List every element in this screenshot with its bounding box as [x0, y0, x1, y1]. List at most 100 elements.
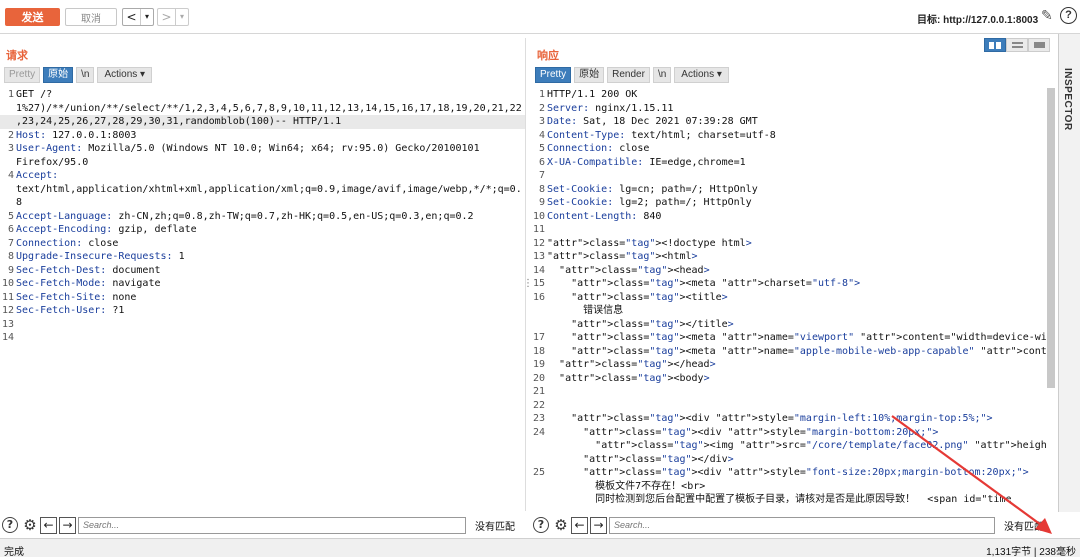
line-number: 17	[532, 332, 545, 343]
code-text: Content-Type: text/html; charset=utf-8	[547, 129, 776, 141]
chevron-down-icon[interactable]: ▾	[175, 9, 188, 25]
code-text: text/html,application/xhtml+xml,applicat…	[16, 183, 522, 195]
help-icon[interactable]: ?	[533, 517, 549, 533]
code-line: 同时检测到您后台配置中配置了模板子目录，请核对是否是此原因导致！ <span i…	[531, 493, 1046, 507]
actions-dropdown[interactable]: Actions ▾	[674, 67, 729, 83]
help-icon[interactable]: ?	[1060, 7, 1077, 24]
code-line: 6 Accept-Encoding: gzip, deflate	[0, 223, 525, 237]
line-number	[531, 480, 547, 494]
chevron-down-icon[interactable]: ▾	[140, 9, 153, 25]
cancel-button[interactable]: 取消	[65, 8, 117, 26]
line-number: 19	[532, 359, 545, 370]
code-text: 8	[16, 197, 23, 208]
tab-newline[interactable]: \n	[76, 67, 95, 83]
response-pane: 响应 Pretty 原始 Render \n Actions ▾ 1 HTTP/1…	[531, 38, 1056, 511]
line-number: 11	[532, 224, 545, 235]
history-forward-button[interactable]: > ▾	[157, 8, 189, 26]
line-number	[531, 439, 547, 453]
line-number: 13	[532, 251, 545, 262]
line-number: 2	[538, 102, 545, 114]
code-text: Sec-Fetch-Site: none	[16, 291, 137, 303]
line-number: 1	[538, 89, 545, 100]
code-line: 3 User-Agent: Mozilla/5.0 (Windows NT 10.…	[0, 142, 525, 156]
request-tabs: Pretty 原始 \n Actions ▾	[4, 67, 153, 83]
response-scrollbar[interactable]	[1047, 88, 1055, 388]
code-text: Connection: close	[547, 143, 650, 154]
tab-raw[interactable]: 原始	[43, 67, 74, 83]
line-number: 14	[1, 332, 14, 343]
line-number	[531, 304, 547, 318]
history-back-button[interactable]: < ▾	[122, 8, 154, 26]
back-arrow-icon[interactable]: <	[123, 10, 140, 24]
code-text: "attr">class="tag"><!doctype html>	[547, 237, 752, 249]
code-text: 错误信息	[547, 305, 624, 316]
search-input[interactable]	[609, 516, 995, 534]
line-number: 10	[1, 278, 14, 289]
code-line: 4 Content-Type: text/html; charset=utf-8	[531, 129, 1046, 143]
code-text: 同时检测到您后台配置中配置了模板子目录，请核对是否是此原因导致！ <span i…	[547, 494, 1012, 505]
send-button[interactable]: 发送	[5, 8, 60, 26]
code-text: Upgrade-Insecure-Requests: 1	[16, 251, 185, 262]
line-number: 22	[532, 399, 545, 411]
previous-match-icon[interactable]: ←	[40, 516, 57, 534]
code-line: 1%27)/**/union/**/select/**/1,2,3,4,5,6,…	[0, 102, 525, 116]
line-number	[0, 102, 16, 116]
code-line: 4 Accept:	[0, 169, 525, 183]
search-input[interactable]	[78, 516, 466, 534]
gear-icon[interactable]: ⚙	[553, 517, 569, 533]
line-number: 7	[7, 237, 14, 249]
tab-pretty[interactable]: Pretty	[535, 67, 572, 83]
line-number	[531, 493, 547, 507]
request-title: 请求	[6, 50, 28, 62]
response-search-bar: ? ⚙ ← → 没有匹配	[531, 513, 1058, 537]
forward-arrow-icon[interactable]: >	[158, 10, 175, 24]
code-line: "attr">class="tag"><img "attr">src="/cor…	[531, 439, 1046, 453]
actions-dropdown[interactable]: Actions ▾	[97, 67, 153, 83]
code-text: Host: 127.0.0.1:8003	[16, 129, 137, 141]
line-number: 1	[7, 89, 14, 100]
line-number: 5	[7, 210, 14, 222]
line-number: 3	[7, 143, 14, 154]
line-number	[0, 196, 16, 210]
tab-newline[interactable]: \n	[652, 67, 672, 83]
next-match-icon[interactable]: →	[590, 516, 607, 534]
code-line: 2 Server: nginx/1.15.11	[531, 102, 1046, 116]
tab-pretty[interactable]: Pretty	[4, 67, 41, 83]
tab-raw[interactable]: 原始	[574, 67, 605, 83]
code-line: "attr">class="tag"></title>	[531, 318, 1046, 332]
request-editor[interactable]: 1 GET /? 1%27)/**/union/**/select/**/1,2,3…	[0, 88, 525, 511]
help-icon[interactable]: ?	[2, 517, 18, 533]
previous-match-icon[interactable]: ←	[571, 516, 588, 534]
gear-icon[interactable]: ⚙	[22, 517, 38, 533]
code-line: 15 "attr">class="tag"><meta "attr">chars…	[531, 277, 1046, 291]
edit-target-icon[interactable]: ✎	[1041, 8, 1053, 24]
code-line: 8 Set-Cookie: lg=cn; path=/; HttpOnly	[531, 183, 1046, 197]
line-number: 12	[1, 305, 14, 316]
inspector-label[interactable]: INSPECTOR	[1062, 68, 1073, 131]
code-line: 24 "attr">class="tag"><div "attr">style=…	[531, 426, 1046, 440]
inspector-panel[interactable]: INSPECTOR	[1058, 34, 1080, 512]
line-number: 20	[532, 372, 545, 384]
status-bar: 完成 1,131字节 | 238毫秒	[0, 538, 1080, 557]
code-line: 21	[531, 385, 1046, 399]
code-text: "attr">class="tag"></title>	[571, 318, 734, 330]
line-number: 8	[7, 251, 14, 262]
code-text: "attr">class="tag"><html>	[547, 251, 698, 262]
line-number: 15	[532, 278, 545, 289]
line-number: 8	[538, 183, 545, 195]
request-pane: 请求 Pretty 原始 \n Actions ▾ 1 GET /? 1%27)/*…	[0, 38, 526, 511]
code-text: "attr">class="tag"><div "attr">style="ma…	[571, 413, 993, 424]
code-line: 5 Connection: close	[531, 142, 1046, 156]
code-line: 10 Content-Length: 840	[531, 210, 1046, 224]
tab-render[interactable]: Render	[607, 67, 650, 83]
code-line: 5 Accept-Language: zh-CN,zh;q=0.8,zh-TW;q…	[0, 210, 525, 224]
code-text: Sec-Fetch-Mode: navigate	[16, 278, 161, 289]
code-text: User-Agent: Mozilla/5.0 (Windows NT 10.0…	[16, 143, 480, 154]
response-editor[interactable]: 1 HTTP/1.1 200 OK 2 Server: nginx/1.15.11 3 D…	[531, 88, 1046, 511]
code-line: 14 "attr">class="tag"><head>	[531, 264, 1046, 278]
code-line: text/html,application/xhtml+xml,applicat…	[0, 183, 525, 197]
next-match-icon[interactable]: →	[59, 516, 76, 534]
response-title: 响应	[537, 50, 559, 62]
